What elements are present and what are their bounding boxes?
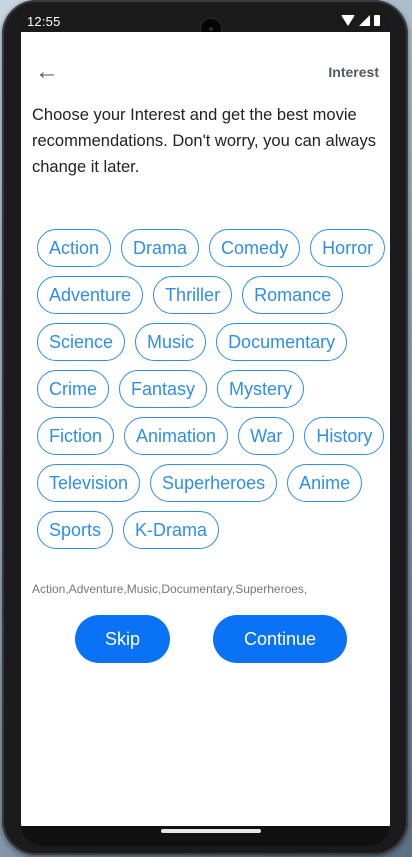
page-title: Interest: [328, 64, 379, 80]
genre-chip[interactable]: History: [304, 417, 385, 455]
phone-screen: 12:55 ← Interest Choose your Interest an…: [21, 10, 390, 846]
selected-genres-summary: Action,Adventure,Music,Documentary,Super…: [32, 582, 308, 596]
genre-chip[interactable]: Fantasy: [119, 370, 208, 408]
phone-frame: 12:55 ← Interest Choose your Interest an…: [2, 0, 408, 855]
intro-text: Choose your Interest and get the best mo…: [32, 106, 376, 176]
desktop-background: 12:55 ← Interest Choose your Interest an…: [0, 0, 412, 857]
genre-chip[interactable]: Music: [135, 323, 207, 361]
genre-chip[interactable]: Mystery: [217, 370, 305, 408]
genre-chip[interactable]: Animation: [124, 417, 229, 455]
continue-button[interactable]: Continue: [213, 615, 347, 663]
genre-chip[interactable]: Comedy: [209, 229, 301, 267]
genre-chip[interactable]: Documentary: [216, 323, 348, 361]
arrow-left-icon[interactable]: ←: [35, 60, 61, 84]
genre-chip[interactable]: Television: [37, 464, 141, 502]
genre-chip[interactable]: Thriller: [153, 276, 233, 314]
genre-chip[interactable]: Superheroes: [150, 464, 278, 502]
interest-screen: ← Interest Choose your Interest and get …: [21, 32, 390, 826]
genre-chip[interactable]: Sports: [37, 511, 114, 549]
genre-chip[interactable]: Science: [37, 323, 126, 361]
signal-icon: [359, 15, 370, 26]
genre-chip[interactable]: Romance: [242, 276, 344, 314]
status-icons: [341, 15, 380, 26]
wifi-icon: [341, 15, 355, 26]
genre-chip[interactable]: Drama: [121, 229, 200, 267]
genre-chip-list: Action Drama Comedy Horror Adventure Thriller…: [37, 229, 389, 549]
status-bar: 12:55: [21, 10, 390, 39]
genre-chip[interactable]: Crime: [37, 370, 109, 408]
battery-icon: [374, 15, 380, 26]
genre-chip[interactable]: Anime: [287, 464, 363, 502]
genre-chip[interactable]: K-Drama: [123, 511, 220, 549]
home-indicator[interactable]: [161, 829, 261, 833]
genre-chip[interactable]: Fiction: [37, 417, 115, 455]
genre-chip[interactable]: Horror: [310, 229, 386, 267]
navigation-bar: [21, 826, 390, 846]
genre-chip[interactable]: War: [238, 417, 295, 455]
status-time: 12:55: [27, 14, 61, 29]
genre-chip[interactable]: Adventure: [37, 276, 144, 314]
skip-button[interactable]: Skip: [75, 615, 170, 663]
genre-chip[interactable]: Action: [37, 229, 112, 267]
